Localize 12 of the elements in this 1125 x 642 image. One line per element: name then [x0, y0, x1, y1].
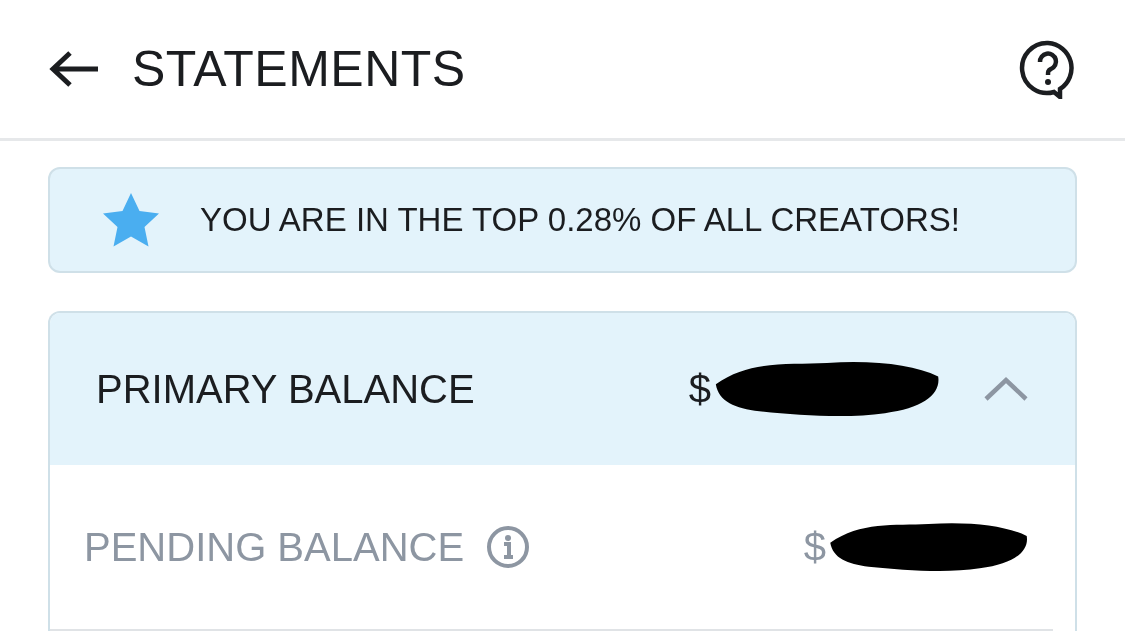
pending-balance-amount: $: [803, 524, 826, 570]
banner-text: YOU ARE IN THE TOP 0.28% OF ALL CREATORS!: [200, 201, 960, 239]
info-icon[interactable]: [486, 525, 531, 569]
primary-balance-label: PRIMARY BALANCE: [96, 366, 475, 412]
pending-balance-label: PENDING BALANCE: [84, 524, 465, 570]
help-icon[interactable]: [1019, 39, 1077, 99]
primary-balance-amount: $: [688, 366, 711, 412]
card-header[interactable]: PRIMARY BALANCE $: [50, 313, 1075, 465]
back-arrow-icon[interactable]: [48, 49, 100, 89]
chevron-up-icon[interactable]: [983, 376, 1029, 402]
page-title: STATEMENTS: [132, 40, 467, 98]
star-icon: [102, 192, 160, 248]
